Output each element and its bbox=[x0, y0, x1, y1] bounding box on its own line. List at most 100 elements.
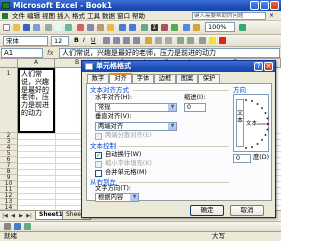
distributed-label: 两端分散对齐(E) bbox=[105, 132, 152, 139]
bold-icon[interactable]: B bbox=[74, 37, 79, 45]
menu-file[interactable]: 文件 bbox=[12, 12, 25, 20]
copy-icon[interactable] bbox=[87, 24, 94, 31]
minimize-button[interactable] bbox=[250, 1, 259, 10]
menu-format[interactable]: 格式 bbox=[72, 12, 85, 20]
cut-icon[interactable] bbox=[77, 24, 84, 31]
tab-patterns[interactable]: 图案 bbox=[176, 74, 198, 83]
text-direction-value: 根据内容 bbox=[98, 194, 124, 201]
menu-edit[interactable]: 编辑 bbox=[27, 12, 40, 20]
menu-insert[interactable]: 插入 bbox=[57, 12, 70, 20]
fill-color-icon[interactable] bbox=[209, 37, 216, 44]
menu-tools[interactable]: 工具 bbox=[87, 12, 100, 20]
row-header-1[interactable]: 1 bbox=[0, 68, 18, 133]
underline-icon[interactable]: U bbox=[91, 37, 96, 45]
cancel-button[interactable]: 取消 bbox=[230, 205, 264, 216]
print-icon[interactable] bbox=[45, 24, 52, 31]
menu-data[interactable]: 数据 bbox=[102, 12, 115, 20]
formatting-toolbar: 宋体 12 B I U bbox=[0, 35, 281, 47]
autoshapes-icon[interactable] bbox=[24, 223, 31, 230]
group-divider bbox=[119, 182, 229, 183]
select-all-corner[interactable] bbox=[0, 59, 18, 68]
borders-icon[interactable] bbox=[199, 37, 206, 44]
degrees-spinner[interactable]: 0 bbox=[233, 154, 251, 163]
excel-doc-icon bbox=[2, 13, 8, 19]
currency-icon[interactable] bbox=[145, 37, 152, 44]
formula-input[interactable]: 人们常说，兴趣是最好的老师，压力是前进的动力 bbox=[59, 48, 280, 58]
undo-icon[interactable] bbox=[119, 24, 126, 31]
tab-font[interactable]: 字体 bbox=[132, 74, 154, 83]
shrink-to-fit-checkbox[interactable] bbox=[95, 161, 102, 168]
sort-descending-icon[interactable] bbox=[171, 24, 178, 31]
tab-number[interactable]: 数字 bbox=[87, 74, 109, 83]
indent-spinner[interactable]: 0 bbox=[184, 103, 206, 112]
font-color-icon[interactable] bbox=[219, 37, 226, 44]
zoom-select[interactable]: 100% bbox=[205, 22, 235, 32]
next-sheet-icon[interactable]: ▶ bbox=[18, 213, 24, 219]
align-left-icon[interactable] bbox=[103, 37, 110, 44]
dialog-close-button[interactable]: × bbox=[264, 62, 273, 71]
vertical-align-value: 两端对齐 bbox=[98, 123, 124, 130]
tab-border[interactable]: 边框 bbox=[154, 74, 176, 83]
column-header-a[interactable]: A bbox=[18, 59, 55, 68]
merge-center-icon[interactable] bbox=[133, 37, 140, 44]
horizontal-align-select[interactable]: 常规 ▼ bbox=[95, 103, 177, 112]
doc-close-icon[interactable]: × bbox=[269, 12, 274, 20]
insert-function-icon[interactable]: fx bbox=[47, 48, 57, 58]
save-icon[interactable] bbox=[23, 24, 30, 31]
vertical-align-label: 垂直对齐(V): bbox=[95, 113, 132, 120]
percent-icon[interactable] bbox=[155, 37, 162, 44]
redo-icon[interactable] bbox=[129, 24, 136, 31]
open-icon[interactable] bbox=[13, 24, 20, 31]
menu-help[interactable]: 帮助 bbox=[132, 12, 145, 20]
decrease-indent-icon[interactable] bbox=[177, 37, 184, 44]
prev-sheet-icon[interactable]: ◀ bbox=[10, 213, 16, 219]
tab-protection[interactable]: 保护 bbox=[198, 74, 220, 83]
paste-icon[interactable] bbox=[97, 24, 104, 31]
close-window-button[interactable] bbox=[270, 1, 279, 10]
name-box[interactable]: A1 bbox=[1, 48, 43, 58]
menu-view[interactable]: 视图 bbox=[42, 12, 55, 20]
alignment-panel: 文本对齐方式 水平对齐(H): 常规 ▼ 缩进(I): 0 垂直对齐(V): 两端… bbox=[86, 83, 272, 202]
new-icon[interactable] bbox=[3, 24, 10, 31]
align-right-icon[interactable] bbox=[123, 37, 130, 44]
italic-icon[interactable]: I bbox=[83, 37, 85, 45]
help-search-box[interactable]: 键入需要帮助的问题 bbox=[192, 12, 266, 20]
autosum-icon[interactable]: Σ bbox=[151, 24, 158, 31]
format-painter-icon[interactable] bbox=[107, 24, 114, 31]
first-sheet-icon[interactable]: |◀ bbox=[2, 213, 8, 219]
distributed-checkbox[interactable] bbox=[95, 133, 102, 140]
ok-button[interactable]: 确定 bbox=[190, 205, 224, 216]
menu-window[interactable]: 窗口 bbox=[117, 12, 130, 20]
wrap-text-checkbox[interactable]: ✓ bbox=[95, 152, 102, 159]
hyperlink-icon[interactable] bbox=[141, 24, 148, 31]
help-icon[interactable] bbox=[239, 24, 246, 31]
dialog-title: 单元格格式 bbox=[96, 62, 131, 70]
maximize-button[interactable] bbox=[260, 1, 269, 10]
chart-wizard-icon[interactable] bbox=[183, 24, 190, 31]
increase-indent-icon[interactable] bbox=[187, 37, 194, 44]
spelling-icon[interactable] bbox=[65, 24, 72, 31]
merge-cells-checkbox[interactable] bbox=[95, 170, 102, 177]
chevron-down-icon: ▼ bbox=[168, 123, 176, 130]
last-sheet-icon[interactable]: ▶| bbox=[26, 213, 32, 219]
cell-a1[interactable]: 人们常说，兴趣是最好的老师，压力是前进的动力 bbox=[18, 68, 55, 133]
drawing-icon[interactable] bbox=[193, 24, 200, 31]
print-preview-icon[interactable] bbox=[55, 24, 62, 31]
dialog-title-bar[interactable]: 单元格格式 bbox=[82, 61, 275, 72]
vertical-align-select[interactable]: 两端对齐 ▼ bbox=[95, 122, 177, 131]
align-center-icon[interactable] bbox=[113, 37, 120, 44]
font-size-select[interactable]: 12 bbox=[51, 36, 69, 46]
chevron-down-icon: ▼ bbox=[168, 104, 176, 111]
text-direction-select[interactable]: 根据内容 ▼ bbox=[95, 193, 139, 202]
font-name-select[interactable]: 宋体 bbox=[3, 36, 48, 46]
orientation-control[interactable]: 文本 文本 bbox=[233, 94, 270, 152]
permission-icon[interactable] bbox=[33, 24, 40, 31]
select-objects-icon[interactable] bbox=[14, 223, 21, 230]
comma-icon[interactable] bbox=[165, 37, 172, 44]
drawing-toolbar bbox=[0, 221, 281, 231]
formula-bar: A1 fx 人们常说，兴趣是最好的老师，压力是前进的动力 bbox=[0, 47, 281, 59]
draw-menu-icon[interactable] bbox=[4, 223, 11, 230]
vertical-text-option[interactable]: 文本 bbox=[236, 99, 244, 147]
dialog-help-button[interactable]: ? bbox=[254, 62, 263, 71]
sort-ascending-icon[interactable] bbox=[161, 24, 168, 31]
